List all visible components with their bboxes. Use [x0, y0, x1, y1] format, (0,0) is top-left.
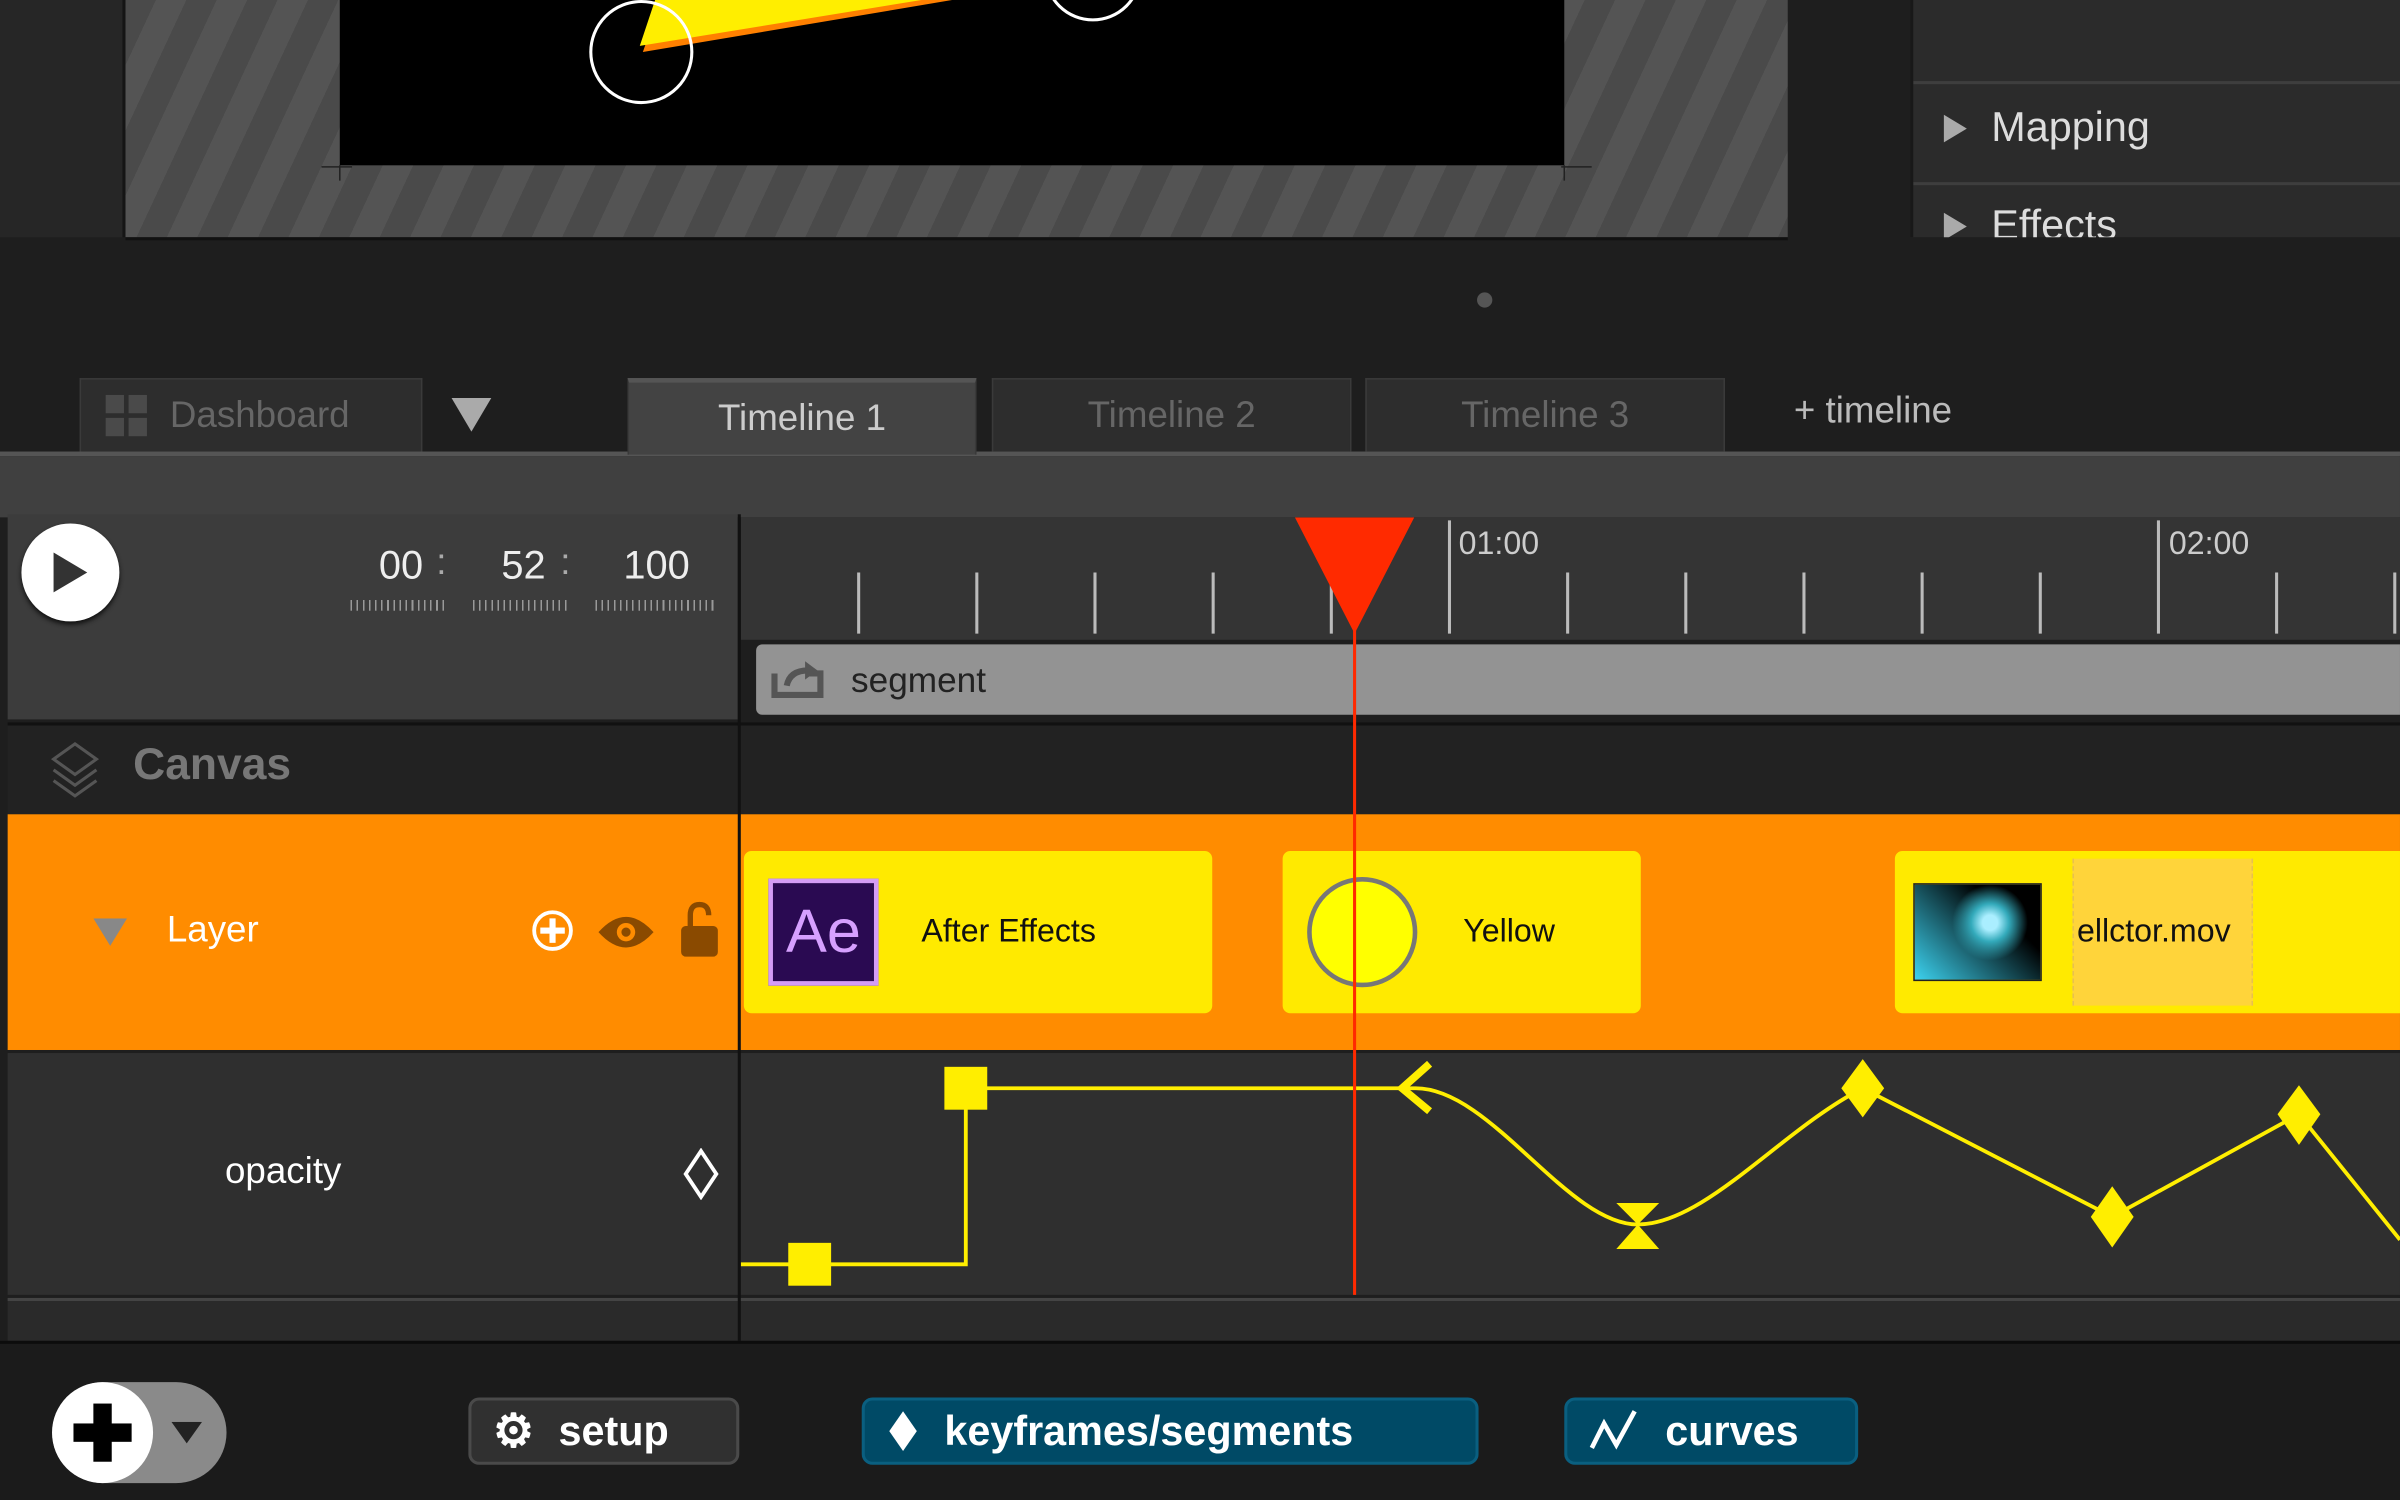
divider [1913, 182, 2400, 186]
tab-label: Timeline 2 [1087, 394, 1256, 436]
minutes-scrubber[interactable] [350, 599, 449, 611]
clip-label: After Effects [921, 913, 1096, 949]
clip-label: ellctor.mov [2077, 913, 2231, 949]
collapse-arrow-icon[interactable] [93, 918, 128, 946]
after-effects-icon: Ae [768, 878, 879, 986]
ruler-label: 02:00 [2168, 526, 2250, 562]
canvas-label: Canvas [133, 740, 292, 790]
add-timeline-button[interactable]: + timeline [1794, 390, 1952, 433]
button-label: curves [1665, 1407, 1799, 1454]
empty-row [7, 1297, 2400, 1343]
time-separator: : [560, 541, 571, 584]
property-label: opacity [224, 1151, 342, 1193]
play-button[interactable] [21, 523, 120, 622]
keyframe-hourglass[interactable] [1616, 1203, 1660, 1249]
section-effects[interactable]: Effects [1943, 202, 2117, 238]
left-strip [0, 0, 126, 238]
segment-bar[interactable]: segment [756, 644, 2400, 715]
keyframe-diamond-icon[interactable] [681, 1147, 721, 1200]
layer-label: Layer [166, 909, 259, 951]
handle-circle[interactable] [1045, 0, 1140, 22]
curves-button[interactable]: curves [1564, 1397, 1859, 1465]
gear-icon: ⚙ [492, 1405, 535, 1457]
tab-timeline-3[interactable]: Timeline 3 [1365, 378, 1725, 452]
transport-controls: 00 : 52 : 100 [7, 514, 738, 720]
section-label: Effects [1991, 202, 2117, 238]
tab-label: Timeline 1 [717, 397, 887, 439]
add-icon[interactable] [530, 908, 576, 954]
unlock-icon[interactable] [678, 901, 721, 960]
tab-label: Dashboard [169, 394, 350, 436]
plus-icon [73, 1403, 132, 1462]
clip-label-area: ellctor.mov [2072, 858, 2254, 1006]
eye-icon[interactable] [595, 911, 656, 954]
loop-icon [771, 661, 824, 698]
clip-after-effects[interactable]: Ae After Effects [743, 851, 1213, 1014]
dashboard-dropdown-icon[interactable] [451, 397, 495, 435]
chevron-down-icon [171, 1421, 203, 1444]
video-thumbnail [1913, 883, 2042, 982]
time-seconds[interactable]: 52 [473, 542, 574, 589]
inspector-panel: Mapping Effects [1910, 0, 2400, 238]
tab-dashboard[interactable]: Dashboard [79, 378, 423, 452]
stage-corner-marks [321, 165, 1592, 181]
clip-label: Yellow [1463, 913, 1555, 949]
divider [1913, 81, 2400, 85]
section-mapping[interactable]: Mapping [1943, 104, 2150, 151]
keyframe-diamond[interactable] [1841, 1059, 1885, 1118]
stage-canvas[interactable] [339, 0, 1565, 166]
setup-button[interactable]: ⚙ setup [468, 1397, 740, 1465]
seconds-scrubber[interactable] [472, 599, 571, 611]
tab-label: Timeline 3 [1461, 394, 1630, 436]
playhead-line [1353, 612, 1357, 1295]
tab-timeline-1[interactable]: Timeline 1 [627, 378, 977, 455]
play-icon [53, 552, 88, 593]
clip-ellctor-mov[interactable]: ellctor.mov [1894, 851, 2400, 1014]
diamond-icon [889, 1411, 917, 1452]
app-window: Mapping Effects Dashboard Timeline 1 Tim… [0, 0, 2400, 1500]
splitter-handle[interactable] [1477, 292, 1493, 308]
expand-arrow-icon [1943, 211, 1967, 238]
handle-circle[interactable] [589, 0, 694, 105]
color-swatch-icon [1307, 877, 1418, 988]
clip-yellow[interactable]: Yellow [1282, 851, 1641, 1014]
add-menu-button[interactable] [52, 1382, 227, 1484]
time-millis[interactable]: 100 [595, 542, 717, 589]
ruler-ticks [857, 520, 2397, 634]
time-ruler[interactable]: 01:00 02:00 [740, 517, 2400, 640]
ruler-label: 01:00 [1458, 526, 1540, 562]
tab-timeline-2[interactable]: Timeline 2 [991, 378, 1352, 452]
grid-icon [105, 394, 147, 436]
opacity-curve[interactable] [740, 1053, 2400, 1295]
curve-icon [1589, 1410, 1637, 1450]
layers-icon [50, 741, 100, 798]
canvas-row[interactable]: Canvas [7, 722, 2400, 815]
keyframe-diamond[interactable] [2090, 1186, 2134, 1248]
keyframes-segments-button[interactable]: keyframes/segments [861, 1397, 1479, 1465]
expand-arrow-icon [1943, 114, 1967, 142]
curve-path [740, 1086, 2400, 1267]
keyframe-step[interactable] [788, 1242, 832, 1286]
button-label: setup [558, 1407, 669, 1454]
millis-scrubber[interactable] [595, 599, 718, 611]
segment-label: segment [851, 659, 987, 700]
time-separator: : [436, 541, 447, 584]
button-label: keyframes/segments [944, 1407, 1354, 1454]
keyframe-step[interactable] [944, 1066, 988, 1110]
section-label: Mapping [1991, 104, 2150, 150]
playhead-handle[interactable] [1294, 517, 1415, 636]
stage-shapes [589, 0, 1140, 105]
add-button[interactable] [52, 1382, 154, 1484]
timeline-panel-header [0, 456, 2400, 518]
